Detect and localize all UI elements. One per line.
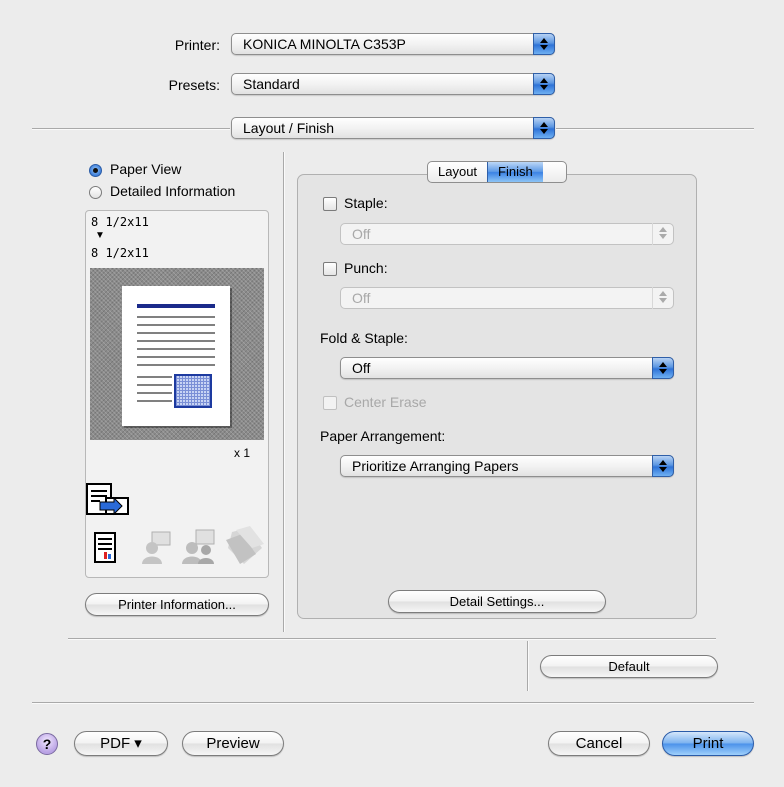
source-paper-size: 8 1/2x11 [91, 215, 149, 229]
staple-checkbox[interactable] [323, 197, 337, 211]
popup-arrows-icon [652, 455, 674, 477]
pdf-menu-button[interactable]: PDF ▾ [74, 731, 168, 756]
punch-label: Punch: [344, 260, 388, 276]
page-title-bar [137, 304, 215, 308]
page-line [137, 364, 215, 366]
bottom-separator [32, 702, 754, 704]
panel-value: Layout / Finish [243, 120, 335, 136]
staple-value: Off [352, 226, 371, 242]
detailed-information-radio[interactable] [89, 186, 102, 199]
fold-staple-label: Fold & Staple: [320, 330, 408, 346]
page-line [137, 340, 215, 342]
popup-arrows-icon [652, 223, 674, 245]
fold-staple-popup[interactable]: Off [340, 357, 674, 379]
paper-arrangement-label: Paper Arrangement: [320, 428, 446, 444]
paper-view-label: Paper View [110, 161, 182, 177]
tab-layout[interactable]: Layout [428, 162, 487, 182]
paper-arrangement-popup[interactable]: Prioritize Arranging Papers [340, 455, 674, 477]
center-erase-checkbox[interactable] [323, 396, 337, 410]
page-line [137, 332, 215, 334]
presets-label: Presets: [168, 77, 220, 93]
printer-label: Printer: [174, 37, 220, 53]
popup-arrows-icon [533, 73, 555, 95]
punch-checkbox[interactable] [323, 262, 337, 276]
page-line [137, 356, 215, 358]
popup-arrows-icon [533, 33, 555, 55]
stacked-pages-icon [226, 526, 264, 564]
paper-arrangement-value: Prioritize Arranging Papers [352, 458, 519, 474]
users-group-icon [182, 529, 215, 564]
cancel-button[interactable]: Cancel [548, 731, 650, 756]
punch-popup[interactable]: Off [340, 287, 674, 309]
printer-information-button[interactable]: Printer Information... [85, 593, 269, 616]
fold-staple-value: Off [352, 360, 371, 376]
page-line [137, 324, 215, 326]
tab-finish[interactable]: Finish [487, 162, 543, 182]
detail-settings-button[interactable]: Detail Settings... [388, 590, 606, 613]
print-to-device-icon [86, 483, 129, 516]
popup-arrows-icon [533, 117, 555, 139]
printer-value: KONICA MINOLTA C353P [243, 36, 406, 52]
popup-arrows-icon [652, 287, 674, 309]
popup-arrows-icon [652, 357, 674, 379]
page-line [137, 376, 172, 378]
center-erase-label: Center Erase [344, 394, 427, 410]
page-image-block [174, 374, 212, 408]
presets-popup[interactable]: Standard [231, 73, 555, 95]
panel-divider [283, 152, 285, 632]
top-separator-right [556, 128, 754, 130]
preview-button[interactable]: Preview [182, 731, 284, 756]
printer-popup[interactable]: KONICA MINOLTA C353P [231, 33, 555, 55]
layout-finish-tabs: Layout Finish [427, 161, 567, 183]
page-line [137, 400, 172, 402]
presets-value: Standard [243, 76, 300, 92]
default-divider [527, 641, 529, 691]
top-separator-left [32, 128, 230, 130]
page-line [137, 384, 172, 386]
page-line [137, 316, 215, 318]
punch-value: Off [352, 290, 371, 306]
output-paper-size: 8 1/2x11 [91, 246, 149, 260]
staple-popup[interactable]: Off [340, 223, 674, 245]
copies-count: x 1 [234, 446, 251, 460]
help-button[interactable]: ? [36, 733, 58, 755]
paper-view-radio[interactable] [89, 164, 102, 177]
detailed-information-label: Detailed Information [110, 183, 236, 199]
print-button[interactable]: Print [662, 731, 754, 756]
page-line [137, 392, 172, 394]
document-report-icon [94, 532, 116, 563]
user-icon [142, 531, 171, 564]
page-preview [122, 286, 230, 426]
down-arrow-icon: ▼ [95, 230, 105, 241]
default-button[interactable]: Default [540, 655, 718, 678]
page-line [137, 348, 215, 350]
middle-separator [68, 638, 716, 640]
staple-label: Staple: [344, 195, 388, 211]
panel-popup[interactable]: Layout / Finish [231, 117, 555, 139]
